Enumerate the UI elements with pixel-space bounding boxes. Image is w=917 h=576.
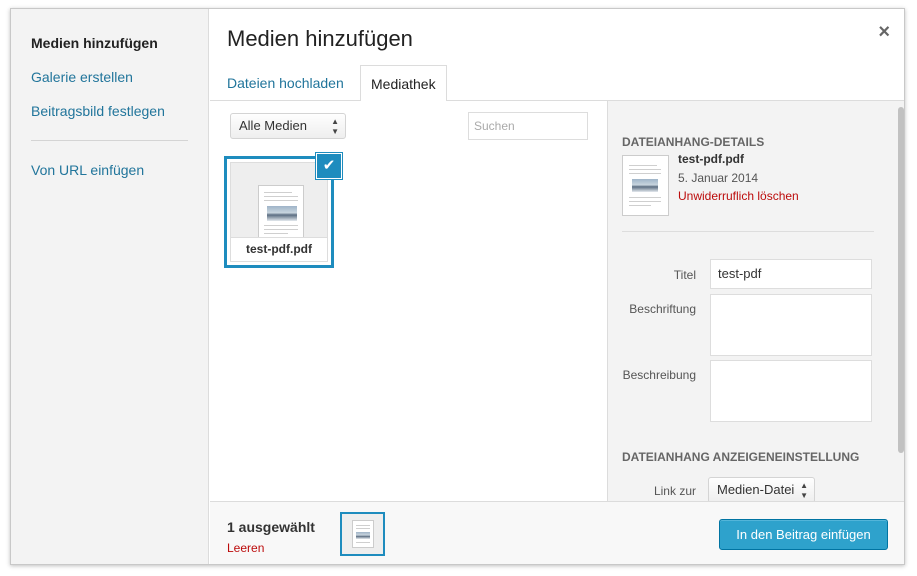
caption-label: Beschriftung	[629, 302, 696, 316]
menu-item-insert-from-url[interactable]: Von URL einfügen	[31, 162, 144, 178]
attachment-thumbnail	[622, 155, 669, 216]
menu-separator	[31, 140, 188, 141]
caption-textarea[interactable]	[710, 294, 872, 356]
link-to-select[interactable]: Medien-Datei ▲ ▼	[708, 477, 815, 501]
clear-selection-link[interactable]: Leeren	[227, 541, 264, 555]
modal-title: Medien hinzufügen	[227, 26, 413, 51]
details-upload-date: 5. Januar 2014	[678, 171, 759, 185]
media-filter-select[interactable]: Alle Medien ▲ ▼	[230, 113, 346, 139]
display-settings-heading: DATEIANHANG ANZEIGENEINSTELLUNG	[622, 450, 860, 464]
link-to-value: Medien-Datei	[717, 482, 795, 497]
sidebar-scrollbar[interactable]	[898, 107, 904, 453]
attachment-details-sidebar: DATEIANHANG-DETAILS test-pdf.pdf 5. Janu…	[607, 101, 904, 501]
tab-media-library[interactable]: Mediathek	[360, 65, 447, 102]
menu-item-add-media[interactable]: Medien hinzufügen	[31, 35, 158, 51]
select-arrows-icon: ▲ ▼	[800, 481, 808, 500]
delete-permanently-link[interactable]: Unwiderruflich löschen	[678, 189, 799, 203]
attachments-browser: Alle Medien ▲ ▼ Suchen test-pdf.pdf ✔	[210, 101, 607, 501]
menu-item-set-featured-image[interactable]: Beitragsbild festlegen	[31, 103, 165, 119]
link-to-label: Link zur	[653, 484, 696, 498]
attachment-filename: test-pdf.pdf	[231, 237, 327, 261]
insert-into-post-button[interactable]: In den Beitrag einfügen	[719, 519, 888, 550]
attachment-item[interactable]: test-pdf.pdf ✔	[224, 153, 342, 268]
close-icon[interactable]: ×	[878, 21, 890, 44]
select-arrows-icon: ▲ ▼	[331, 117, 339, 136]
description-textarea[interactable]	[710, 360, 872, 422]
selection-thumbnail[interactable]	[340, 512, 385, 556]
pdf-document-icon	[258, 185, 304, 241]
tab-upload-files[interactable]: Dateien hochladen	[217, 65, 354, 101]
details-filename: test-pdf.pdf	[678, 152, 744, 166]
media-menu: Medien hinzufügen Galerie erstellen Beit…	[11, 9, 209, 564]
attachment-preview: test-pdf.pdf	[230, 162, 328, 262]
details-separator	[622, 231, 874, 232]
media-filter-value: Alle Medien	[239, 118, 307, 133]
checkmark-icon[interactable]: ✔	[316, 153, 342, 179]
router-tabs: Dateien hochladen Mediathek	[210, 65, 904, 102]
search-input[interactable]: Suchen	[468, 112, 588, 140]
title-label: Titel	[673, 268, 696, 282]
title-field[interactable]: test-pdf	[710, 259, 872, 289]
media-modal: Medien hinzufügen Galerie erstellen Beit…	[10, 8, 905, 565]
pdf-document-icon	[352, 520, 374, 548]
media-toolbar: 1 ausgewählt Leeren In den Beitrag einfü…	[210, 501, 904, 564]
menu-item-create-gallery[interactable]: Galerie erstellen	[31, 69, 133, 85]
selection-count: 1 ausgewählt	[227, 519, 315, 535]
description-label: Beschreibung	[622, 368, 696, 382]
details-heading: DATEIANHANG-DETAILS	[622, 135, 765, 149]
pdf-document-icon	[625, 158, 666, 213]
